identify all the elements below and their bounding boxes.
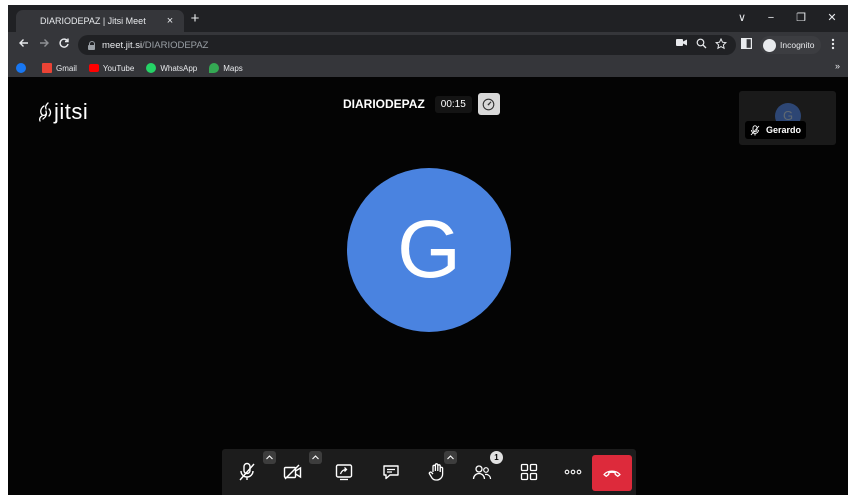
tile-view-button[interactable] (514, 457, 544, 487)
screen-share-button[interactable] (329, 457, 359, 487)
microphone-button[interactable] (232, 457, 262, 487)
bookmark-label: Maps (223, 63, 243, 73)
participant-thumbnail[interactable]: G Gerardo (739, 91, 836, 145)
gmail-icon (42, 63, 52, 73)
browser-window: DIARIODEPAZ | Jitsi Meet × + ∨ − ❐ ✕ mee… (8, 5, 848, 495)
chat-icon (383, 465, 399, 480)
more-dots-icon (564, 469, 582, 475)
bookmark-label: Gmail (56, 63, 77, 73)
new-tab-button[interactable]: + (186, 10, 204, 28)
camera-button[interactable] (278, 457, 308, 487)
reactions-options-caret[interactable] (444, 451, 457, 464)
tile-view-icon (520, 463, 538, 481)
lock-icon (88, 40, 96, 50)
incognito-label: Incognito (780, 40, 815, 50)
camera-in-use-icon[interactable] (674, 38, 688, 52)
jitsi-logo-text: jitsi (54, 99, 89, 124)
incognito-icon (763, 38, 776, 52)
tab-title: DIARIODEPAZ | Jitsi Meet (40, 16, 146, 26)
meeting-stage: jitsi DIARIODEPAZ 00:15 G Gerardo G 1 (8, 77, 848, 495)
youtube-icon (88, 64, 99, 72)
url-host: meet.jit.si (102, 39, 143, 51)
leave-meeting-button[interactable] (592, 455, 632, 491)
mic-muted-icon (750, 124, 760, 135)
facebook-icon (16, 63, 26, 73)
mic-muted-icon (239, 462, 255, 481)
maps-icon (209, 63, 220, 73)
bookmark-gmail[interactable]: Gmail (42, 63, 77, 73)
participants-count-badge: 1 (490, 451, 503, 464)
bookmarks-more-icon[interactable]: » (835, 61, 840, 71)
facebook-bookmark[interactable] (16, 63, 30, 73)
close-window-button[interactable]: ✕ (821, 9, 843, 27)
room-name: DIARIODEPAZ (343, 97, 425, 111)
jitsi-logo[interactable]: jitsi (36, 99, 88, 125)
incognito-badge[interactable]: Incognito (760, 36, 821, 54)
back-button[interactable] (16, 37, 32, 53)
jitsi-logo-icon (38, 102, 52, 122)
meeting-timer: 00:15 (434, 95, 472, 113)
meeting-header: DIARIODEPAZ 00:15 (343, 93, 500, 115)
bookmarks-bar: Gmail YouTube WhatsApp Maps » (8, 59, 848, 77)
tab-strip: DIARIODEPAZ | Jitsi Meet × + ∨ − ❐ ✕ (8, 5, 848, 32)
connection-quality-icon[interactable] (477, 93, 500, 115)
minimize-button[interactable]: − (760, 9, 782, 27)
bookmark-label: YouTube (102, 63, 135, 73)
tab-close-icon[interactable]: × (164, 15, 176, 27)
restore-button[interactable]: ❐ (790, 9, 812, 27)
forward-button[interactable] (36, 37, 52, 53)
participant-name-tag: Gerardo (745, 121, 807, 139)
mic-options-caret[interactable] (263, 451, 276, 464)
participants-icon (472, 465, 492, 480)
camera-off-icon (283, 464, 302, 480)
menu-kebab-icon[interactable] (826, 38, 840, 52)
more-actions-button[interactable] (558, 457, 588, 487)
bookmark-star-icon[interactable] (714, 37, 728, 52)
screen-share-icon (335, 464, 353, 481)
bookmark-label: WhatsApp (160, 63, 198, 73)
url-path: /DIARIODEPAZ (142, 39, 209, 51)
browser-toolbar: meet.jit.si /DIARIODEPAZ Incognito (8, 32, 848, 59)
bookmark-whatsapp[interactable]: WhatsApp (146, 63, 197, 73)
raise-hand-icon (428, 463, 444, 481)
reload-button[interactable] (56, 37, 72, 53)
hangup-phone-icon (603, 470, 621, 477)
camera-options-caret[interactable] (309, 451, 322, 464)
bookmark-youtube[interactable]: YouTube (88, 63, 135, 73)
address-bar[interactable]: meet.jit.si /DIARIODEPAZ (78, 35, 736, 55)
meeting-toolbar: 1 (222, 449, 636, 495)
bookmark-maps[interactable]: Maps (209, 63, 243, 73)
browser-tab[interactable]: DIARIODEPAZ | Jitsi Meet × (16, 10, 184, 32)
main-participant-avatar: G (347, 168, 511, 332)
zoom-icon[interactable] (694, 38, 708, 52)
whatsapp-icon (146, 63, 157, 73)
participant-name: Gerardo (766, 125, 802, 135)
side-panel-icon[interactable] (739, 38, 753, 52)
chat-button[interactable] (376, 457, 406, 487)
tab-search-icon[interactable]: ∨ (731, 9, 753, 27)
